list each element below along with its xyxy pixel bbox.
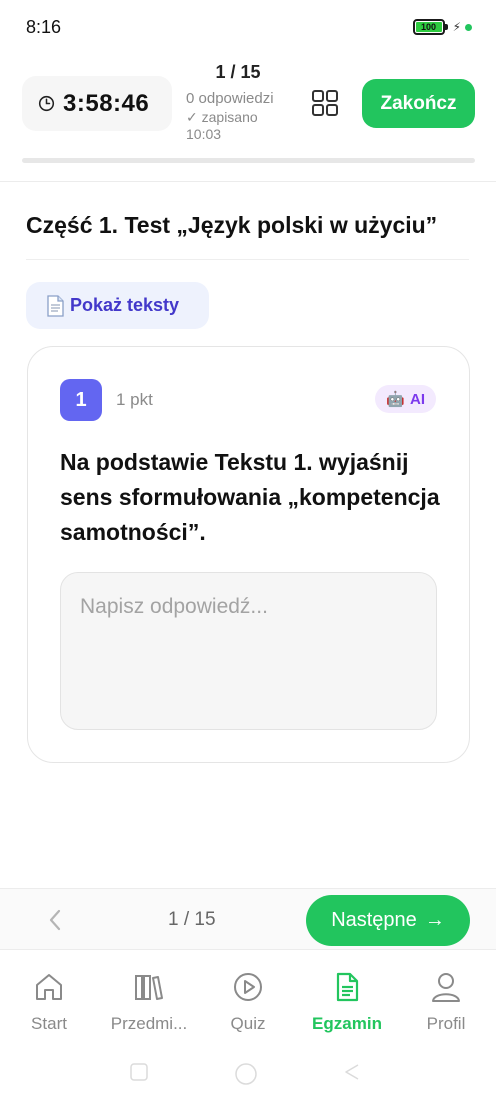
timer-value: 3:58:46 xyxy=(63,89,150,117)
charging-icon: ⚡ xyxy=(452,20,461,34)
question-navigation: 1 / 15 Następne → xyxy=(0,888,496,950)
battery-icon: 100 xyxy=(412,19,448,35)
ai-badge[interactable]: 🤖 AI xyxy=(375,385,436,413)
question-card: 1 1 pkt 🤖 AI Na podstawie Tekstu 1. wyja… xyxy=(27,346,470,763)
battery-level: 100 xyxy=(415,22,442,32)
section-title: Część 1. Test „Język polski w użyciu” xyxy=(26,212,438,238)
tab-label: Quiz xyxy=(230,1014,266,1033)
recent-apps-icon[interactable] xyxy=(129,1062,149,1082)
status-icons: 100 ⚡ xyxy=(412,19,472,35)
tab-quiz[interactable]: Quiz xyxy=(202,970,294,1034)
question-progress: 1 / 15 xyxy=(215,62,261,82)
tab-label: Profil xyxy=(426,1014,466,1033)
next-button[interactable]: Następne → xyxy=(306,895,470,946)
system-navigation xyxy=(0,1046,496,1103)
question-grid-icon[interactable] xyxy=(310,88,340,118)
document-icon xyxy=(336,972,359,1002)
exam-progress-bar xyxy=(22,158,475,163)
clock-icon xyxy=(38,95,55,112)
tab-exam[interactable]: Egzamin xyxy=(301,970,393,1034)
saved-status: ✓ zapisano xyxy=(186,109,258,125)
tab-subjects[interactable]: Przedmi... xyxy=(103,970,195,1034)
exam-header: 3:58:46 1 / 15 0 odpowiedzi ✓ zapisano 1… xyxy=(0,54,496,182)
show-texts-button[interactable]: Pokaż teksty xyxy=(26,282,209,329)
question-text: Na podstawie Tekstu 1. wyjaśnij sens sfo… xyxy=(60,449,440,545)
books-icon xyxy=(135,975,163,1000)
user-icon xyxy=(432,973,460,1002)
tab-profile[interactable]: Profil xyxy=(400,970,492,1034)
tab-label: Egzamin xyxy=(312,1014,382,1033)
arrow-right-icon: → xyxy=(424,909,445,931)
finish-button[interactable]: Zakończ xyxy=(362,79,475,128)
progress-info: 1 / 15 0 odpowiedzi ✓ zapisano 10:03 xyxy=(186,62,290,142)
play-icon xyxy=(234,973,262,1001)
ai-label: AI xyxy=(410,390,425,408)
tab-label: Start xyxy=(31,1014,67,1033)
answer-input[interactable] xyxy=(60,572,437,730)
chevron-left-icon xyxy=(49,909,61,931)
robot-icon: 🤖 xyxy=(386,391,405,408)
saved-time: 10:03 xyxy=(186,126,222,142)
answers-count: 0 odpowiedzi xyxy=(186,90,274,107)
status-bar: 8:16 100 ⚡ xyxy=(0,0,496,54)
tab-bar: Start Przedmi... Quiz Egzamin Profil xyxy=(0,950,496,1046)
home-icon xyxy=(36,974,62,1000)
tab-label: Przedmi... xyxy=(110,1014,188,1033)
status-dot-icon xyxy=(465,23,472,31)
previous-button[interactable] xyxy=(40,905,70,935)
question-number: 1 xyxy=(60,379,102,421)
tab-start[interactable]: Start xyxy=(3,970,95,1034)
next-label: Następne xyxy=(331,909,417,931)
divider xyxy=(26,259,469,260)
question-counter: 1 / 15 xyxy=(168,909,216,930)
home-button-icon[interactable] xyxy=(234,1062,258,1086)
timer: 3:58:46 xyxy=(22,76,172,131)
document-icon xyxy=(47,294,64,317)
back-icon[interactable] xyxy=(342,1062,362,1082)
question-points: 1 pkt xyxy=(116,390,153,409)
status-time: 8:16 xyxy=(26,17,62,37)
show-texts-label: Pokaż teksty xyxy=(70,295,180,315)
